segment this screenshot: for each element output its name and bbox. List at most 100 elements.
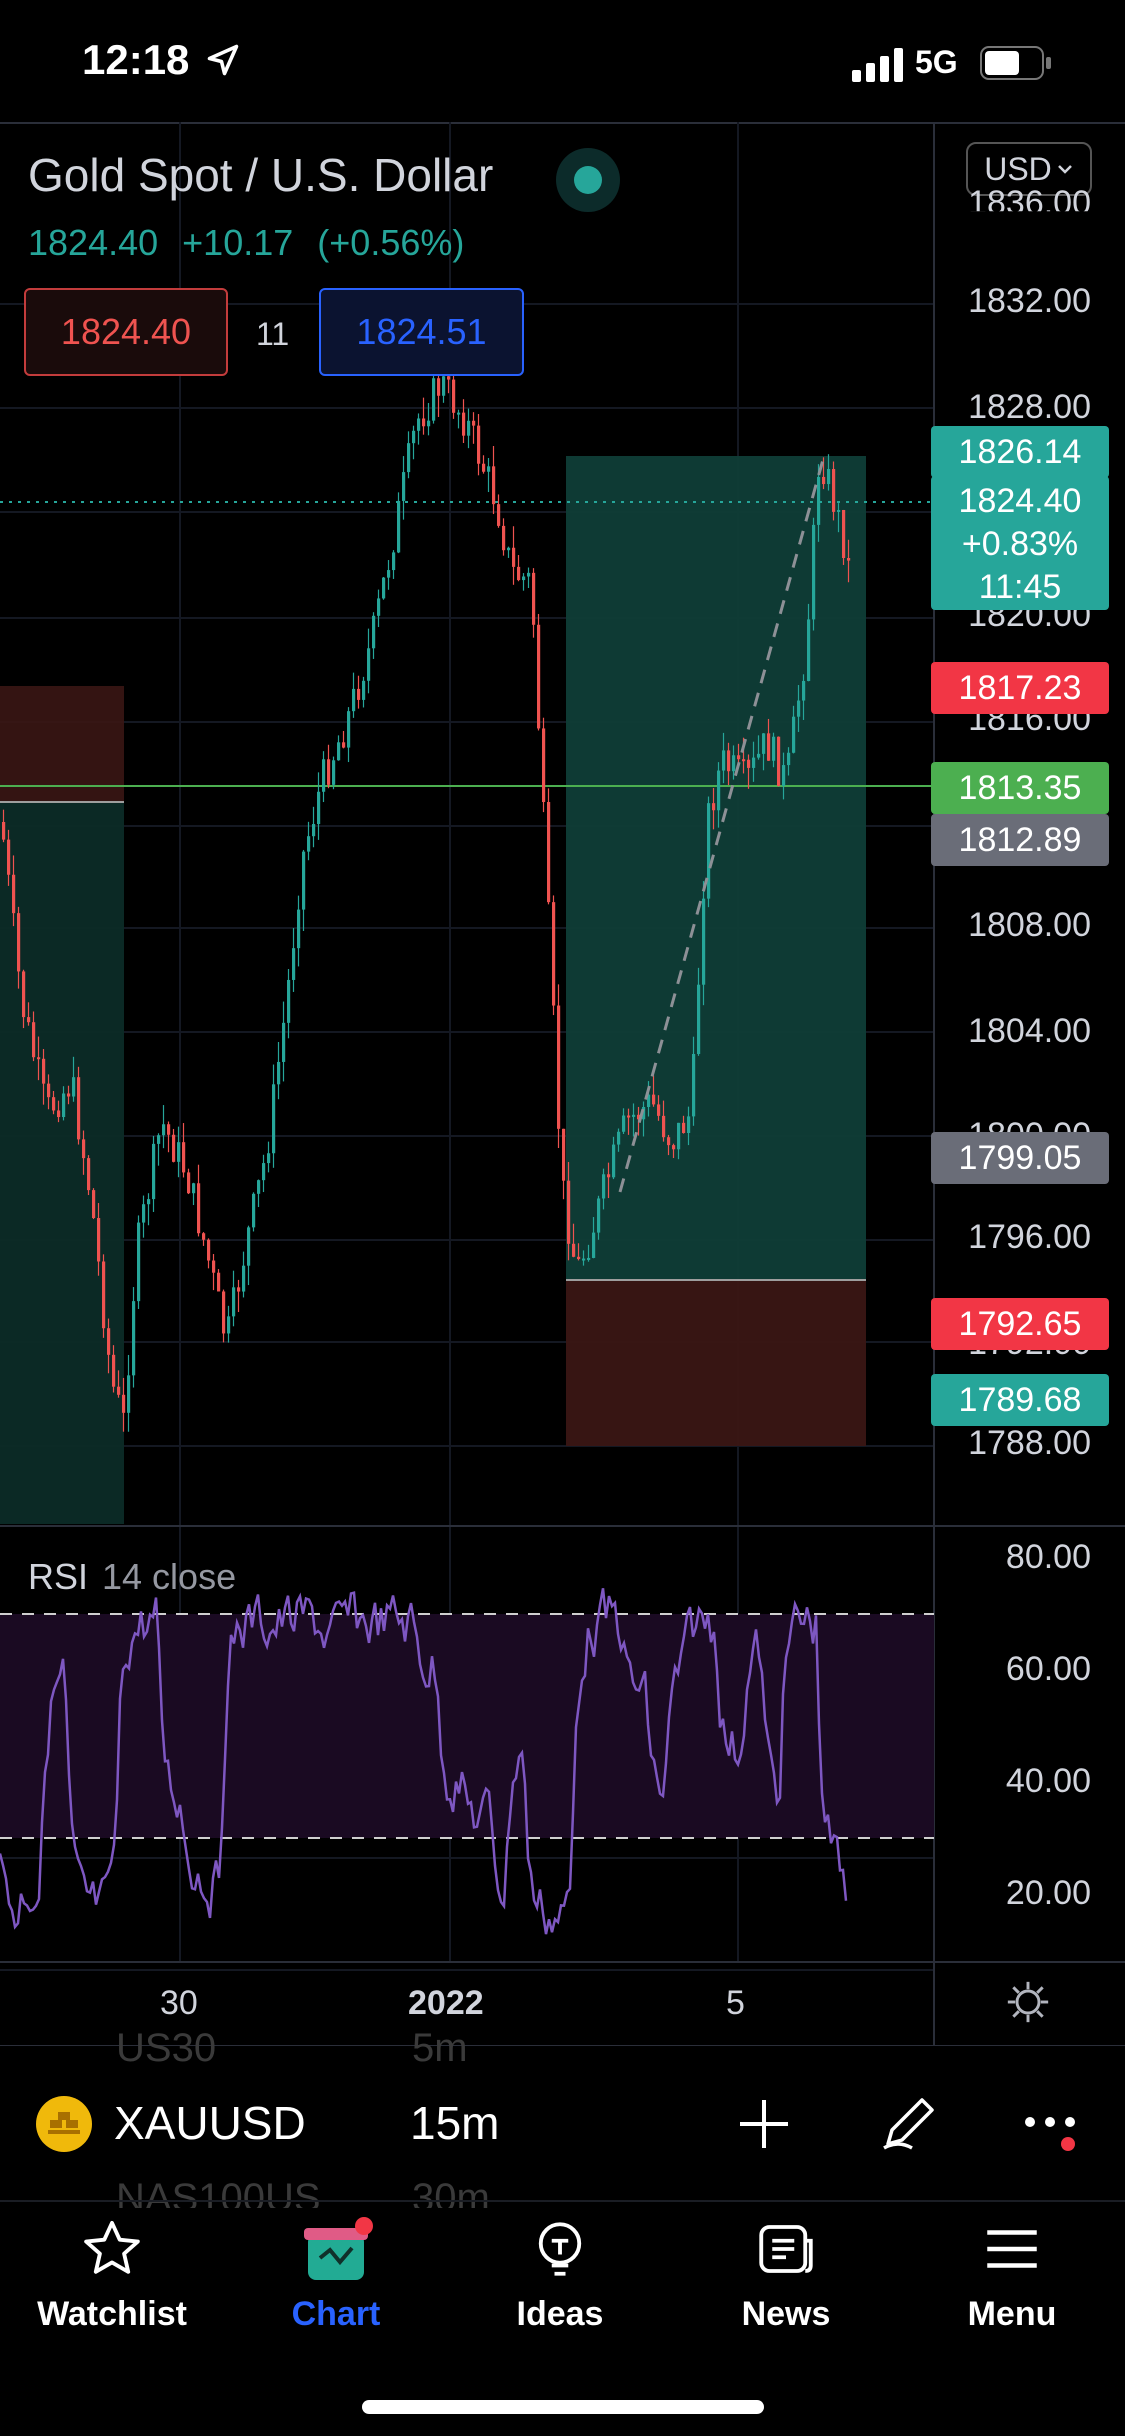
candle-down xyxy=(462,412,466,436)
location-arrow-icon xyxy=(207,44,239,76)
candle-down xyxy=(747,759,751,768)
candle-up xyxy=(762,733,766,754)
candle-up xyxy=(362,680,366,700)
candle-up xyxy=(612,1144,616,1178)
candle-up xyxy=(827,469,831,485)
candle-down xyxy=(197,1183,201,1234)
candle-up xyxy=(132,1301,136,1376)
hamburger-icon xyxy=(987,2230,1037,2268)
tab-label: Ideas xyxy=(516,2295,604,2333)
candle-up xyxy=(587,1257,591,1260)
last-price: 1824.40 xyxy=(28,222,159,263)
green-level-tag[interactable]: 1813.35 xyxy=(931,762,1109,814)
candle-up xyxy=(322,759,326,792)
price-axis-label: 1796.00 xyxy=(968,1218,1091,1256)
candle-down xyxy=(122,1394,126,1413)
gray-level-tag[interactable]: 1812.89 xyxy=(931,814,1109,866)
symbol-title[interactable]: Gold Spot / U.S. Dollar xyxy=(28,148,493,202)
entry-level-tag[interactable]: 1799.05 xyxy=(931,1132,1109,1184)
candle-up xyxy=(487,466,491,472)
candle-down xyxy=(737,755,741,760)
interval-selector[interactable]: 15m xyxy=(410,2096,499,2150)
buy-button[interactable]: 1824.51 xyxy=(319,288,524,376)
candle-down xyxy=(37,1057,41,1060)
candle-up xyxy=(732,755,736,772)
candle-down xyxy=(667,1137,671,1146)
tab-chart[interactable]: Chart xyxy=(246,2216,426,2334)
candle-down xyxy=(842,509,846,558)
candle-down xyxy=(567,1180,571,1244)
sell-button[interactable]: 1824.40 xyxy=(24,288,228,376)
symbol-selector[interactable]: XAUUSD xyxy=(114,2096,306,2150)
candle-up xyxy=(392,552,396,571)
candle-up xyxy=(707,803,711,899)
rsi-legend[interactable]: RSI 14 close xyxy=(28,1556,236,1598)
candle-down xyxy=(627,1115,631,1118)
price-summary: 1824.40 +10.17 (+0.56%) xyxy=(28,222,478,264)
tab-ideas[interactable]: Ideas xyxy=(470,2216,650,2334)
candle-down xyxy=(572,1243,576,1257)
time-axis-label: 2022 xyxy=(408,1984,484,2022)
tab-menu[interactable]: Menu xyxy=(922,2216,1102,2334)
price-change-percent: (+0.56%) xyxy=(317,222,465,263)
candle-down xyxy=(422,418,426,427)
more-options-icon[interactable] xyxy=(1024,2114,1086,2154)
target-price-tag[interactable]: 1826.14 xyxy=(931,426,1109,478)
candle-up xyxy=(752,757,756,768)
price-chart[interactable] xyxy=(0,122,1125,2046)
candle-up xyxy=(292,948,296,980)
candle-up xyxy=(622,1115,626,1132)
candle-up xyxy=(582,1258,586,1261)
current-price-change: +0.83% xyxy=(961,525,1079,563)
price-axis-label: 1788.00 xyxy=(968,1424,1091,1462)
candle-up xyxy=(522,576,526,581)
candle-up xyxy=(247,1227,251,1266)
candle-down xyxy=(112,1354,116,1387)
tab-watchlist[interactable]: Watchlist xyxy=(22,2216,202,2334)
rsi-name: RSI xyxy=(28,1556,89,1597)
candle-up xyxy=(162,1124,166,1136)
candle-up xyxy=(617,1131,621,1145)
candle-up xyxy=(597,1198,601,1233)
candle-down xyxy=(452,379,456,413)
candle-down xyxy=(472,420,476,426)
candle-down xyxy=(327,759,331,785)
candle-down xyxy=(167,1124,171,1135)
candle-down xyxy=(482,463,486,472)
candle-up xyxy=(412,430,416,444)
time-axis-label: 5 xyxy=(726,1984,745,2022)
market-status-icon[interactable] xyxy=(556,148,620,212)
candle-down xyxy=(497,504,501,526)
candle-down xyxy=(822,476,826,485)
star-icon xyxy=(84,2220,140,2274)
stop-level-tag[interactable]: 1792.65 xyxy=(931,1298,1109,1350)
chart-gift-icon xyxy=(304,2217,373,2280)
drawing-pencil-icon[interactable] xyxy=(878,2090,942,2154)
candle-down xyxy=(517,566,521,581)
candle-down xyxy=(57,1110,61,1118)
long-position-right[interactable] xyxy=(566,456,866,1446)
candle-up xyxy=(387,570,391,578)
candle-down xyxy=(727,750,731,772)
candle-up xyxy=(722,750,726,771)
candle-up xyxy=(792,716,796,753)
ghost-symbol-above: US30 xyxy=(116,2026,217,2066)
candle-down xyxy=(832,469,836,512)
tab-news[interactable]: News xyxy=(696,2216,876,2334)
candle-down xyxy=(42,1058,46,1084)
rsi-axis-label: 80.00 xyxy=(1005,1538,1091,1576)
add-plus-icon[interactable] xyxy=(738,2098,790,2150)
candle-up xyxy=(257,1180,261,1194)
low-level-tag[interactable]: 1789.68 xyxy=(931,1374,1109,1426)
candle-up xyxy=(267,1153,271,1164)
chart-settings-gear-icon[interactable] xyxy=(1006,1980,1050,2024)
candle-down xyxy=(672,1145,676,1150)
candle-down xyxy=(17,913,21,972)
candle-up xyxy=(402,472,406,501)
candle-down xyxy=(542,728,546,803)
red-level-tag[interactable]: 1817.23 xyxy=(931,662,1109,714)
candle-up xyxy=(137,1222,141,1302)
candle-up xyxy=(142,1204,146,1223)
candle-down xyxy=(172,1134,176,1162)
candle-up xyxy=(757,753,761,758)
